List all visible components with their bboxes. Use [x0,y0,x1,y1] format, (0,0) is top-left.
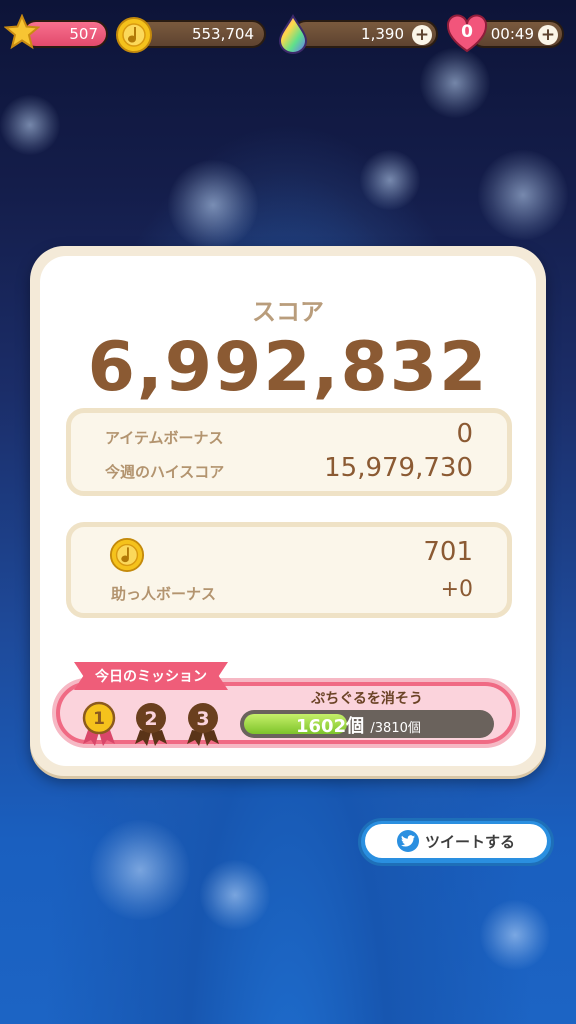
bokeh-light [90,820,190,920]
twitter-bird-icon [396,830,419,852]
player-level-value: 507 [69,25,98,43]
tweet-button-label: ツイートする [424,832,515,851]
medal-1-number: 1 [93,709,105,729]
score-label: スコア [252,298,324,326]
bokeh-light [168,160,258,250]
weekly-high-score-value: 15,979,730 [324,453,473,483]
tweet-button-face[interactable]: ツイートする [365,824,547,858]
mission-progress-text: 1602個 /3810個 [296,712,421,738]
gem-value: 1,390 [361,25,404,43]
life-timer-value: 00:49 [490,25,534,43]
medal-2-number: 2 [144,708,157,730]
tweet-button[interactable]: ツイートする [358,818,554,866]
daily-mission-ribbon: 今日のミッション [74,662,228,690]
mission-progress-current: 1602個 [296,716,365,737]
reward-panel: 701 助っ人ボーナス +0 [66,522,512,618]
add-lives-button[interactable]: + [538,25,558,45]
bokeh-light [0,95,60,155]
score-value: 6,992,832 [87,328,489,407]
rainbow-drop-icon [278,14,308,54]
weekly-high-score-label: 今週のハイスコア [105,463,225,481]
coin-value: 553,704 [191,25,254,43]
bonus-panel: アイテムボーナス 0 今週のハイスコア 15,979,730 [66,408,512,496]
bokeh-light [478,150,568,240]
top-hud: 507 553,704 1,390 + 00:49 + 0 [0,14,576,54]
mission-progress-bar: 1602個 /3810個 [240,710,494,738]
bokeh-light [200,860,270,930]
lives-count: 0 [461,22,473,42]
item-bonus-label: アイテムボーナス [105,429,224,447]
bokeh-light [420,48,490,118]
coin-icon [116,17,152,53]
coin-icon [109,537,145,573]
medal-3-icon: 3 [187,703,219,746]
add-gems-button[interactable]: + [412,25,432,45]
bokeh-light [480,900,550,970]
medal-2-icon: 2 [135,703,167,746]
item-bonus-value: 0 [456,419,473,449]
helper-bonus-value: +0 [440,577,473,602]
mission-title: ぷちぐるを消そう [311,691,423,707]
coins-earned-value: 701 [423,537,473,567]
gem-counter: 1,390 + [292,20,438,48]
bokeh-light [360,150,420,210]
helper-bonus-label: 助っ人ボーナス [111,585,217,603]
medal-1-icon: 1 [82,701,116,746]
mission-progress-total: /3810個 [370,721,421,736]
medal-3-number: 3 [196,708,209,730]
star-icon [4,14,40,50]
